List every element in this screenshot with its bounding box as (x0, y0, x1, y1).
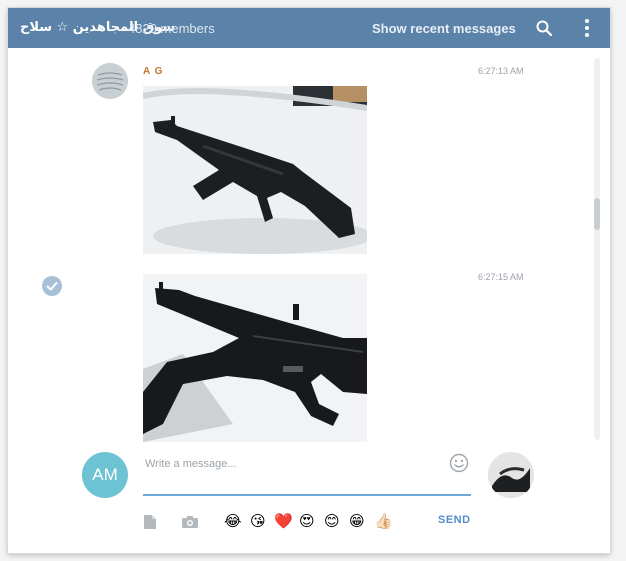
rifle-photo-icon (143, 86, 367, 254)
rifle-closeup-photo-icon (143, 274, 367, 442)
sender-avatar-image (92, 63, 128, 99)
more-menu-icon[interactable] (585, 19, 589, 37)
message-input[interactable] (143, 452, 471, 496)
user-avatar[interactable]: AM (82, 452, 128, 498)
scrollbar-thumb[interactable] (594, 198, 600, 230)
selected-check-icon[interactable] (42, 276, 62, 296)
attach-file-icon[interactable] (143, 514, 157, 530)
search-icon[interactable] (536, 20, 552, 36)
emoji-joy-button[interactable]: 😂 (224, 512, 242, 530)
message-photo[interactable] (143, 86, 367, 254)
message-timestamp: 6:27:13 AM (478, 66, 524, 76)
channel-logo-icon (488, 452, 534, 498)
chat-window: سوق المجاهدين ☆ سلاح 4829 members Show r… (8, 8, 610, 553)
message-photo[interactable] (143, 274, 367, 442)
emoji-picker-icon[interactable] (449, 453, 469, 473)
sender-avatar[interactable] (92, 63, 128, 99)
channel-avatar[interactable] (488, 452, 534, 498)
emoji-heart-button[interactable]: ❤️ (274, 512, 293, 530)
member-count[interactable]: 4829 members (128, 21, 215, 36)
emoji-heart-eyes-button[interactable]: 😍 (299, 512, 315, 530)
emoji-kiss-button[interactable]: 😘 (250, 512, 266, 530)
show-recent-messages-button[interactable]: Show recent messages (372, 21, 516, 36)
emoji-grin-button[interactable]: 😁 (349, 512, 365, 530)
send-button[interactable]: SEND (438, 514, 471, 526)
attach-photo-icon[interactable] (181, 515, 199, 529)
sender-name[interactable]: A G (143, 66, 163, 77)
emoji-thumbs-up-button[interactable]: 👍🏻 (374, 512, 393, 530)
emoji-blush-button[interactable]: 😊 (324, 512, 340, 530)
message-timestamp: 6:27:15 AM (478, 272, 524, 282)
scrollbar-track[interactable] (594, 58, 600, 440)
chat-header: سوق المجاهدين ☆ سلاح 4829 members Show r… (8, 8, 610, 48)
